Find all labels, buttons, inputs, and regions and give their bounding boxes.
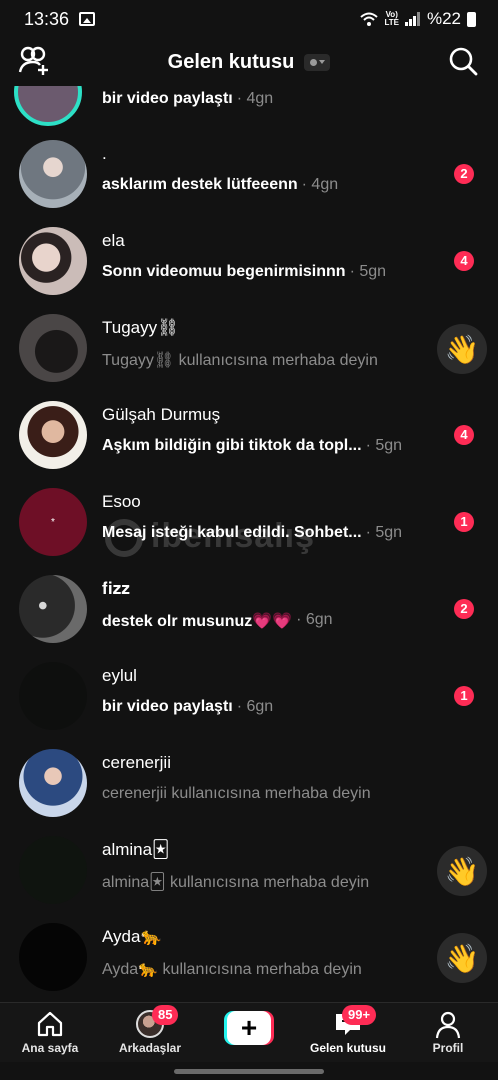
conversation-row[interactable]: 𝐟𝐢𝐳𝐳 destek olr musunuz💗💗 · 6gn 2 [0, 565, 498, 651]
contact-name: Esoo [102, 492, 141, 511]
contact-name: eylul [102, 666, 137, 685]
avatar[interactable] [19, 227, 87, 295]
wave-hand-button[interactable]: 👋 [437, 846, 487, 896]
contact-name: 𝐟𝐢𝐳𝐳 [102, 579, 130, 598]
inbox-header: Gelen kutusu [0, 38, 498, 86]
signal-icon [404, 12, 420, 26]
wave-hand-icon: 👋 [444, 942, 480, 974]
message-preview: bir video paylaştı · 6gn [102, 698, 274, 715]
avatar[interactable] [19, 314, 87, 382]
nav-profile-label: Profil [432, 1041, 464, 1055]
avatar[interactable]: * [19, 488, 87, 556]
volte-indicator: Vo) LTE [384, 10, 399, 27]
bottom-navigation: Ana sayfa 85 Arkadaşlar + 99+ Gelen kutu… [0, 1002, 498, 1062]
status-dot-icon [309, 58, 317, 66]
nav-home[interactable]: Ana sayfa [0, 1003, 100, 1063]
unread-badge: 4 [454, 425, 474, 445]
avatar[interactable] [19, 575, 87, 643]
message-preview: Mesaj isteği kabul edildi. Sohbet... · 5g… [102, 524, 403, 541]
conversation-row[interactable]: * Esoo Mesaj isteği kabul edildi. Sohbet… [0, 478, 498, 564]
contact-name: . [102, 144, 107, 163]
status-bar: 13:36 Vo) LTE %22 [0, 0, 498, 38]
add-friend-icon[interactable] [18, 46, 50, 76]
contact-name: ela [102, 231, 125, 250]
conversation-row[interactable]: . asklarım destek lütfeeenn · 4gn 2 [0, 130, 498, 216]
friends-badge: 85 [152, 1005, 179, 1025]
battery-percent: %22 [426, 9, 461, 28]
nav-friends[interactable]: 85 Arkadaşlar [100, 1003, 200, 1063]
wave-hand-button[interactable]: 👋 [437, 933, 487, 983]
caret-down-icon [318, 60, 325, 64]
conversation-row[interactable]: ela Sonn videomuu begenirmisinnn · 5gn 4 [0, 217, 498, 303]
avatar[interactable] [19, 140, 87, 208]
unread-badge: 4 [454, 251, 474, 271]
inbox-badge: 99+ [342, 1005, 377, 1025]
contact-name: Gülşah Durmuş [102, 405, 221, 424]
home-indicator[interactable] [174, 1069, 324, 1074]
message-preview: Tugayy⛓ kullanıcısına merhaba deyin [102, 352, 378, 369]
message-preview: destek olr musunuz💗💗 · 6gn [102, 611, 333, 630]
nav-inbox-label: Gelen kutusu [309, 1041, 386, 1055]
conversation-row[interactable]: Tugayy⛓ Tugayy⛓ kullanıcısına merhaba de… [0, 304, 498, 390]
conversation-row[interactable]: cerenerjii cerenerjii kullanıcısına merh… [0, 739, 498, 825]
unread-badge: 1 [454, 512, 474, 532]
message-preview: bir video paylaştı · 4gn [102, 90, 274, 107]
unread-badge: 1 [454, 686, 474, 706]
create-button[interactable]: + [224, 1011, 274, 1045]
wifi-icon [360, 12, 379, 26]
contact-name: cerenerjii [102, 753, 171, 772]
message-preview: Aşkım bildiğin gibi tiktok da topl... · 5… [102, 437, 403, 454]
nav-profile[interactable]: Profil [398, 1003, 498, 1063]
message-preview: almina🃏 kullanıcısına merhaba deyin [102, 874, 370, 891]
avatar[interactable] [19, 401, 87, 469]
contact-name: Tugayy⛓ [102, 318, 179, 337]
nav-home-label: Ana sayfa [21, 1041, 79, 1055]
conversation-row[interactable]: eylul bir video paylaştı · 6gn 1 [0, 652, 498, 738]
message-preview: Sonn videomuu begenirmisinnn · 5gn [102, 263, 387, 280]
wave-hand-button[interactable]: 👋 [437, 324, 487, 374]
profile-icon [435, 1011, 461, 1039]
search-icon[interactable] [448, 46, 478, 76]
status-time: 13:36 [24, 8, 70, 29]
wave-hand-icon: 👋 [444, 855, 480, 887]
home-icon [37, 1011, 63, 1037]
avatar[interactable] [19, 662, 87, 730]
online-status-toggle[interactable] [304, 53, 331, 71]
conversation-list: bir video paylaştı· 4gn 2 . asklarım des… [0, 86, 498, 1002]
conversation-row[interactable]: Ayda🐆 Ayda🐆 kullanıcısına merhaba deyin … [0, 913, 498, 999]
message-preview: cerenerjii kullanıcısına merhaba deyin [102, 785, 371, 802]
gallery-notification-icon [79, 12, 96, 26]
avatar[interactable] [19, 836, 87, 904]
conversation-row[interactable]: bir video paylaştı· 4gn 2 [0, 86, 498, 134]
conversation-row[interactable]: almina🃏 almina🃏 kullanıcısına merhaba de… [0, 826, 498, 912]
avatar[interactable] [14, 86, 82, 126]
nav-inbox[interactable]: 99+ Gelen kutusu [298, 1003, 398, 1063]
message-preview: asklarım destek lütfeeenn · 4gn [102, 176, 339, 193]
conversation-row[interactable]: Gülşah Durmuş Aşkım bildiğin gibi tiktok… [0, 391, 498, 477]
message-preview: Ayda🐆 kullanıcısına merhaba deyin [102, 961, 362, 978]
wave-hand-icon: 👋 [444, 333, 480, 365]
unread-badge: 2 [454, 599, 474, 619]
unread-badge: 2 [454, 164, 474, 184]
plus-icon: + [227, 1011, 271, 1045]
battery-icon [467, 11, 476, 27]
avatar[interactable] [19, 749, 87, 817]
contact-name: almina🃏 [102, 840, 170, 859]
page-title: Gelen kutusu [167, 50, 295, 73]
avatar[interactable] [19, 923, 87, 991]
contact-name: Ayda🐆 [102, 927, 162, 946]
nav-friends-label: Arkadaşlar [118, 1041, 182, 1055]
